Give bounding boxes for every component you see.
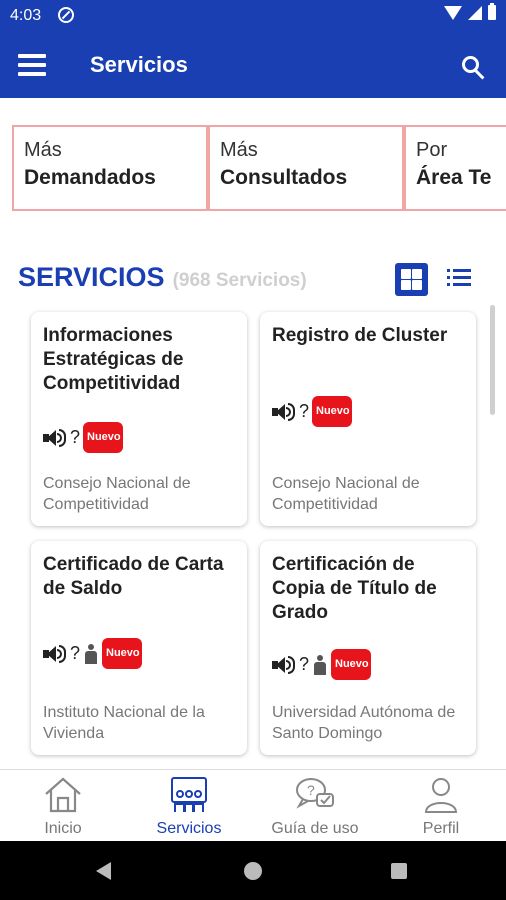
nav-label: Inicio bbox=[44, 820, 82, 837]
search-icon[interactable] bbox=[462, 56, 488, 82]
home-icon bbox=[45, 777, 81, 813]
sync-icon bbox=[58, 7, 74, 23]
services-icon bbox=[171, 777, 207, 812]
service-card[interactable]: Certificado de Carta de Saldo ? Nuevo In… bbox=[31, 541, 247, 755]
service-org: Consejo Nacional de Competitividad bbox=[272, 475, 420, 513]
filter-big-label: Demandados bbox=[24, 166, 156, 189]
filter-row: Más Demandados Más Consultados Por Área … bbox=[12, 125, 506, 211]
filter-by-area[interactable]: Por Área Te bbox=[404, 125, 506, 211]
question-mark: ? bbox=[70, 643, 81, 663]
service-card[interactable]: Informaciones Estratégicas de Competitiv… bbox=[31, 312, 247, 526]
new-badge: Nuevo bbox=[102, 638, 143, 669]
new-badge: Nuevo bbox=[312, 396, 353, 427]
speaker-icon bbox=[272, 402, 296, 422]
filter-most-consulted[interactable]: Más Consultados bbox=[208, 125, 404, 211]
service-org: Consejo Nacional de Competitividad bbox=[43, 475, 191, 513]
menu-icon[interactable] bbox=[18, 54, 46, 78]
bottom-nav: Inicio Servicios ? Guía de uso Perfil bbox=[0, 769, 506, 841]
recent-apps-icon[interactable] bbox=[391, 863, 407, 879]
profile-icon bbox=[424, 778, 458, 813]
new-badge: Nuevo bbox=[331, 649, 372, 680]
speaker-icon bbox=[43, 644, 67, 664]
speaker-icon bbox=[272, 655, 296, 675]
status-bar: 4:03 bbox=[0, 0, 506, 32]
service-icons: ? Nuevo bbox=[43, 422, 124, 453]
service-card[interactable]: Certificación de Copia de Título de Grad… bbox=[260, 541, 476, 755]
service-title: Certificado de Carta de Saldo bbox=[43, 554, 224, 599]
home-button-icon[interactable] bbox=[244, 862, 262, 880]
service-title: Registro de Cluster bbox=[272, 325, 448, 346]
filter-most-demanded[interactable]: Más Demandados bbox=[12, 125, 208, 211]
service-card[interactable]: Registro de Cluster ? Nuevo Consejo Naci… bbox=[260, 312, 476, 526]
signal-icon bbox=[468, 5, 482, 20]
service-icons: ? Nuevo bbox=[272, 396, 353, 427]
filter-small-label: Más bbox=[24, 139, 62, 161]
filter-big-label: Área Te bbox=[416, 166, 492, 189]
status-icons bbox=[444, 3, 496, 20]
speaker-icon bbox=[43, 428, 67, 448]
nav-item-perfil[interactable]: Perfil bbox=[378, 770, 504, 842]
nav-item-servicios[interactable]: Servicios bbox=[126, 770, 252, 842]
app-bar: Servicios bbox=[0, 32, 506, 98]
section-title: SERVICIOS bbox=[18, 262, 165, 292]
nav-label: Perfil bbox=[422, 820, 460, 837]
service-title: Informaciones Estratégicas de Competitiv… bbox=[43, 325, 184, 394]
help-chat-icon: ? bbox=[296, 778, 334, 809]
scrollbar[interactable] bbox=[490, 305, 495, 415]
system-nav-bar bbox=[0, 841, 506, 900]
person-icon bbox=[312, 654, 328, 675]
question-mark: ? bbox=[299, 401, 310, 421]
grid-view-icon[interactable] bbox=[395, 263, 428, 296]
list-view-icon[interactable] bbox=[447, 268, 471, 288]
services-count: (968 Servicios) bbox=[172, 270, 307, 291]
nav-label: Servicios bbox=[156, 820, 222, 837]
status-time: 4:03 bbox=[10, 7, 42, 24]
service-org: Instituto Nacional de la Vivienda bbox=[43, 704, 205, 742]
filter-big-label: Consultados bbox=[220, 166, 348, 189]
service-org: Universidad Autónoma de Santo Domingo bbox=[272, 704, 456, 742]
page-title: Servicios bbox=[90, 52, 188, 77]
new-badge: Nuevo bbox=[83, 422, 124, 453]
filter-small-label: Por bbox=[416, 139, 448, 161]
question-mark: ? bbox=[70, 427, 81, 447]
service-icons: ? Nuevo bbox=[43, 638, 143, 669]
service-icons: ? Nuevo bbox=[272, 649, 372, 680]
svg-text:?: ? bbox=[307, 782, 315, 798]
wifi-icon bbox=[444, 5, 462, 20]
question-mark: ? bbox=[299, 654, 310, 674]
battery-icon bbox=[488, 3, 496, 20]
section-header: SERVICIOS (968 Servicios) bbox=[18, 262, 307, 296]
filter-small-label: Más bbox=[220, 139, 258, 161]
nav-label: Guía de uso bbox=[271, 820, 359, 837]
nav-item-inicio[interactable]: Inicio bbox=[0, 770, 126, 842]
nav-item-guia[interactable]: ? Guía de uso bbox=[252, 770, 378, 842]
back-icon[interactable] bbox=[96, 862, 111, 880]
service-title: Certificación de Copia de Título de Grad… bbox=[272, 554, 437, 623]
person-icon bbox=[83, 643, 99, 664]
